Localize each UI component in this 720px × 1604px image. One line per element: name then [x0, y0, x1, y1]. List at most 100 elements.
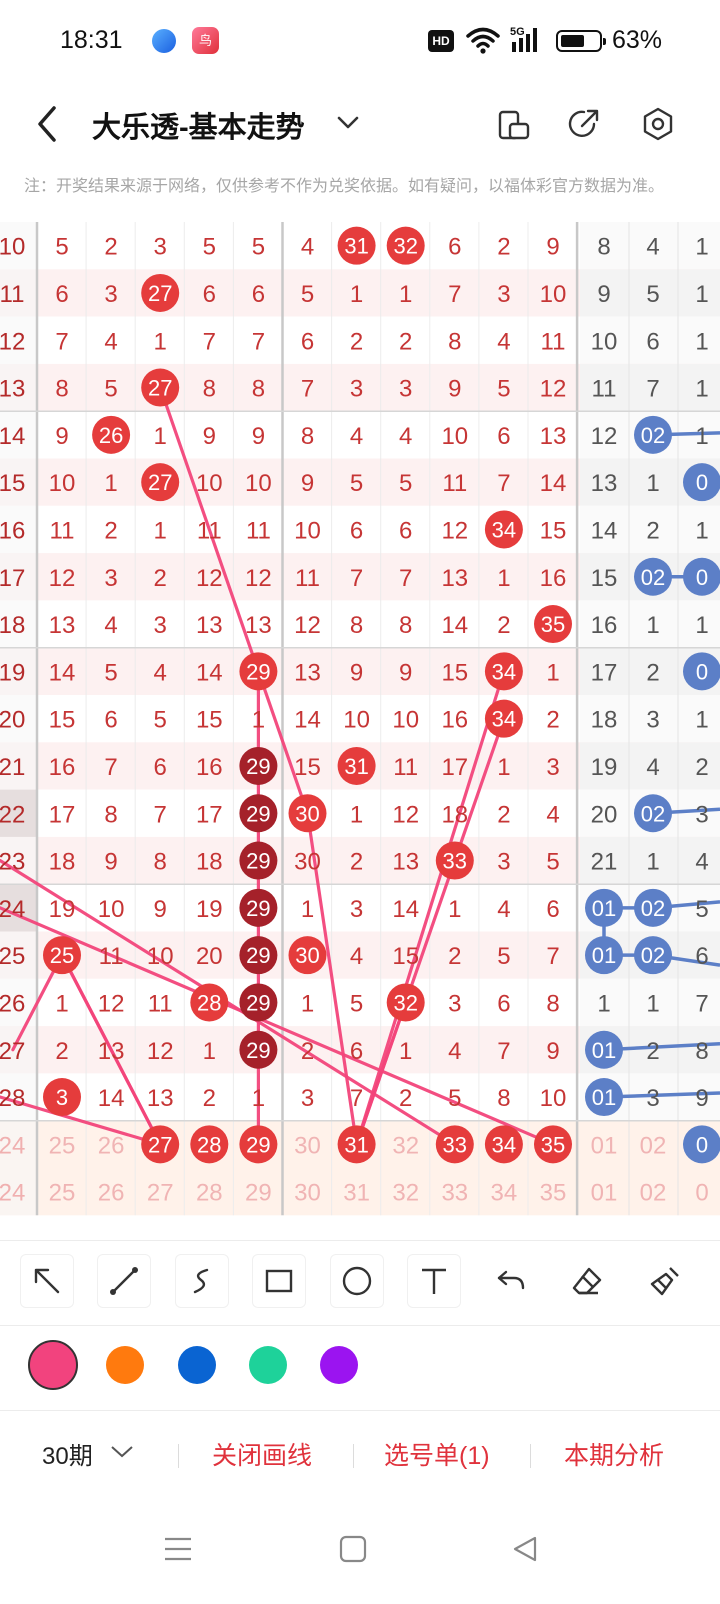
miss-count: 12	[294, 612, 321, 639]
miss-count: 10	[49, 470, 76, 497]
miss-count: 11	[442, 470, 467, 497]
pen-color-palette	[0, 1324, 720, 1411]
miss-count: 16	[441, 707, 468, 734]
miss-count: 3	[448, 990, 461, 1017]
page-title[interactable]: 大乐透-基本走势	[92, 104, 305, 146]
line-tool-button[interactable]	[97, 1254, 151, 1308]
ball-number: 01	[592, 943, 616, 968]
pen-color-orange[interactable]	[106, 1346, 144, 1384]
miss-count: 8	[448, 328, 461, 355]
period-selector[interactable]: 30期	[42, 1436, 93, 1471]
issue-number: 26	[0, 990, 25, 1017]
wifi-icon	[466, 27, 500, 54]
miss-count: 2	[104, 517, 117, 544]
miss-count: 12	[147, 1038, 174, 1065]
miss-count: 16	[196, 754, 223, 781]
issue-number: 28	[0, 1085, 25, 1112]
miss-count: 4	[350, 423, 363, 450]
status-bar: 18:31 鸟 HD 5G 63%	[0, 0, 720, 84]
curve-icon	[193, 1268, 209, 1294]
miss-count: 11	[295, 565, 320, 592]
miss-count: 10	[343, 707, 370, 734]
pick-list-button[interactable]: 选号单(1)	[384, 1436, 490, 1472]
miss-count: 5	[104, 376, 117, 403]
circle-tool-button[interactable]	[330, 1254, 384, 1308]
battery-percent: 63%	[612, 26, 663, 54]
miss-count: 9	[301, 470, 314, 497]
chevron-down-icon[interactable]	[336, 112, 360, 132]
pen-color-blue[interactable]	[178, 1346, 216, 1384]
text-tool-button[interactable]	[407, 1254, 461, 1308]
miss-count: 6	[350, 1038, 363, 1065]
back-arrow-icon[interactable]	[32, 102, 62, 146]
miss-count: 6	[203, 281, 216, 308]
blue-miss-count: 12	[591, 423, 618, 450]
miss-count: 5	[350, 470, 363, 497]
miss-count: 7	[301, 376, 314, 403]
back-icon[interactable]	[510, 1534, 540, 1564]
miss-count: 9	[399, 659, 412, 686]
miss-count: 3	[154, 612, 167, 639]
line-icon	[110, 1267, 138, 1295]
pen-color-purple[interactable]	[320, 1346, 358, 1384]
miss-count: 2	[497, 234, 510, 261]
pen-color-pink[interactable]	[28, 1340, 78, 1390]
miss-count: 7	[350, 1085, 363, 1112]
issue-number: 13	[0, 376, 25, 403]
blue-miss-count: 4	[646, 754, 659, 781]
home-icon[interactable]	[338, 1534, 368, 1564]
blue-miss-count: 1	[695, 234, 708, 261]
blue-miss-count: 15	[591, 565, 618, 592]
miss-count: 10	[147, 943, 174, 970]
issue-number: 12	[0, 328, 25, 355]
miss-count: 1	[350, 281, 363, 308]
miss-count: 6	[55, 281, 68, 308]
ball-number: 34	[492, 1132, 516, 1157]
miss-count: 1	[546, 659, 559, 686]
miss-count: 8	[399, 612, 412, 639]
screen-rotate-icon[interactable]	[496, 106, 532, 142]
miss-count: 6	[497, 423, 510, 450]
curve-tool-button[interactable]	[175, 1254, 229, 1308]
share-icon[interactable]	[566, 106, 602, 142]
miss-count: 2	[497, 612, 510, 639]
pen-color-green[interactable]	[249, 1346, 287, 1384]
ball-number: 28	[197, 1132, 221, 1157]
miss-count: 7	[203, 328, 216, 355]
blue-miss-count: 7	[695, 990, 708, 1017]
blue-miss-count: 2	[646, 1038, 659, 1065]
ball-number: 27	[148, 470, 172, 495]
blue-miss-count: 8	[597, 234, 610, 261]
trend-chart-grid[interactable]: 10 5 2 3 5 5 4 31 32 6 2 9 8 4 1 11 6 3 27 6 6 5 1 1 7 3 10 9 5 1 12 7 4…	[0, 222, 720, 1239]
miss-count: 4	[301, 234, 314, 261]
miss-count: 6	[448, 234, 461, 261]
ball-number: 02	[641, 896, 665, 921]
ball-number: 28	[197, 990, 221, 1015]
analysis-button[interactable]: 本期分析	[564, 1436, 664, 1472]
signal-icon: 5G	[510, 26, 537, 52]
miss-count: 11	[246, 517, 271, 544]
ball-number: 29	[246, 801, 270, 826]
miss-count: 5	[350, 990, 363, 1017]
miss-count: 17	[196, 801, 223, 828]
close-lines-button[interactable]: 关闭画线	[212, 1436, 312, 1472]
blue-miss-count: 21	[591, 849, 618, 876]
blue-miss-count: 10	[591, 328, 618, 355]
miss-count: 2	[399, 328, 412, 355]
menu-icon[interactable]	[162, 1534, 194, 1564]
settings-icon[interactable]	[640, 106, 676, 142]
miss-count: 14	[294, 707, 321, 734]
undo-tool-button[interactable]	[484, 1254, 538, 1308]
miss-count: 15	[294, 754, 321, 781]
blue-miss-count: 1	[695, 281, 708, 308]
disclaimer-notice: 注：开奖结果来源于网络，仅供参考不作为兑奖依据。如有疑问，以福体彩官方数据为准。	[24, 178, 665, 195]
chevron-down-icon[interactable]	[110, 1444, 134, 1460]
arrow-tool-button[interactable]	[20, 1254, 74, 1308]
miss-count: 32	[392, 1132, 419, 1159]
miss-count: 3	[399, 376, 412, 403]
trend-chart-svg[interactable]: 10 5 2 3 5 5 4 31 32 6 2 9 8 4 111 6 3 27 6 6 5 1 1 7 3 10 9 5 112 7 4…	[0, 222, 720, 1239]
rectangle-tool-button[interactable]	[252, 1254, 306, 1308]
clear-tool-button[interactable]	[638, 1254, 692, 1308]
ball-number: 32	[393, 990, 417, 1015]
eraser-tool-button[interactable]	[560, 1254, 614, 1308]
